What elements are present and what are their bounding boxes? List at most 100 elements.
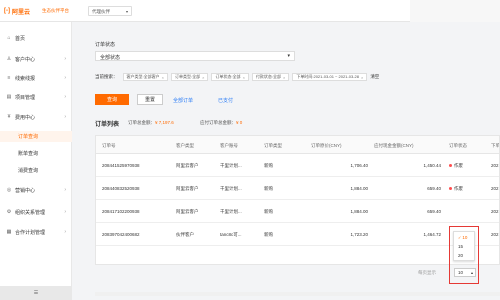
sidebar-item-label: 客户中心 — [15, 56, 36, 63]
sidebar-item-org[interactable]: ⚙ 组织关系管理 › — [0, 206, 72, 218]
column-header: 客户账号 — [220, 143, 238, 148]
order-status-cell: 作废 — [449, 186, 463, 192]
sidebar-item-home[interactable]: ⌂ 首页 — [0, 32, 72, 44]
customer-account-cell: 千里计划... — [220, 209, 242, 214]
condition-chip[interactable]: 付款状态:全部 × — [251, 73, 290, 81]
order-status-value: 全部状态 — [100, 55, 121, 61]
customer-type-cell: 阿里云客户 — [176, 186, 199, 191]
marketing-icon: ◎ — [6, 187, 12, 193]
org-select-value: 代理伙伴 — [92, 9, 110, 14]
sidebar-subitem-label: 消费查询 — [18, 168, 39, 174]
chevron-right-icon: › — [64, 209, 66, 215]
order-status-select[interactable]: 全部状态 ▾ — [95, 51, 295, 61]
chevron-right-icon: › — [64, 94, 66, 100]
sidebar-item-customer[interactable]: ♙ 客户中心 › — [0, 53, 72, 65]
sidebar-item-label: 项目管理 — [15, 94, 36, 101]
order-status-text: 作废 — [454, 163, 463, 168]
table-row[interactable]: 208440832520938 阿里云客户 千里计划... 新购 1,884.0… — [96, 177, 499, 200]
close-icon[interactable]: × — [361, 75, 363, 80]
order-date-cell: 202 — [491, 163, 499, 168]
order-type-cell: 新购 — [264, 186, 273, 191]
org-select[interactable]: 代理伙伴 ▾ — [88, 6, 132, 16]
sidebar-item-fee[interactable]: ¥ 费用中心 › — [0, 111, 72, 123]
payable-amount-cell: 659.40 — [427, 209, 441, 214]
order-type-cell: 新购 — [264, 232, 273, 237]
sidebar: ⌂ 首页 ♙ 客户中心 › ≡ 线索线报 › ▤ 项目管理 › ¥ 费用中心 ›… — [0, 22, 72, 300]
reset-button[interactable]: 重置 — [137, 94, 163, 105]
table-row[interactable]: 208417102200938 阿里云客户 千里计划... 新购 1,884.0… — [96, 200, 499, 223]
order-id-cell[interactable]: 208397042400682 — [102, 232, 140, 237]
logo-text: 阿里云 — [12, 9, 31, 16]
contract-icon: ▦ — [6, 229, 12, 235]
condition-chip[interactable]: 订单状态:全部 × — [211, 73, 249, 81]
stat-label: 应付订单总金额： — [200, 120, 236, 125]
close-icon[interactable]: × — [202, 75, 204, 80]
clear-conditions-link[interactable]: 清空 — [370, 74, 379, 80]
order-date-cell: 202 — [491, 186, 499, 191]
sidebar-subitem-orders[interactable]: 订单查询 — [0, 131, 72, 142]
sidebar-item-leads[interactable]: ≡ 线索线报 › — [0, 72, 72, 84]
menu-icon: ☰ — [33, 290, 39, 296]
fee-icon: ¥ — [7, 114, 11, 120]
original-price-cell: 1,706.40 — [350, 163, 368, 168]
lead-icon: ≡ — [7, 75, 11, 81]
customer-icon: ♙ — [6, 56, 12, 62]
chip-label: 下单时间:2021-03-01 ~ 2021-03-28 — [296, 74, 359, 79]
order-id-cell[interactable]: 208440832520938 — [102, 186, 140, 191]
order-id-cell[interactable]: 208441525970938 — [102, 163, 140, 168]
chevron-right-icon: › — [64, 75, 66, 81]
all-orders-link[interactable]: 全部订单 — [173, 97, 193, 104]
platform-name: 生态伙伴平台 — [42, 8, 69, 13]
horizontal-scrollbar[interactable] — [95, 292, 500, 296]
condition-chip[interactable]: 客户类型:全部客户 × — [122, 73, 168, 81]
column-header: 订单号 — [102, 143, 116, 148]
condition-chip[interactable]: 下单时间:2021-03-01 ~ 2021-03-28 × — [292, 73, 368, 81]
sidebar-subitem-label: 账单查询 — [18, 151, 39, 157]
conditions-title: 当前搜索： — [95, 74, 118, 79]
order-id-cell[interactable]: 208417102200938 — [102, 209, 140, 214]
close-icon[interactable]: × — [162, 75, 164, 80]
status-dot-icon — [449, 187, 452, 191]
order-status-cell: 作废 — [449, 163, 463, 169]
original-price-cell: 1,884.00 — [350, 209, 368, 214]
top-bar: [-] 阿里云 生态伙伴平台 代理伙伴 ▾ — [0, 0, 500, 22]
chevron-right-icon: › — [64, 187, 66, 193]
sidebar-item-project[interactable]: ▤ 项目管理 › — [0, 91, 72, 103]
chevron-down-icon: ▾ — [287, 53, 290, 59]
sidebar-collapse-button[interactable]: ☰ — [0, 286, 72, 300]
sidebar-subitem-consumption[interactable]: 消费查询 — [0, 165, 72, 176]
page-size-hint: 每页显示 — [418, 270, 436, 275]
table-row[interactable]: 208441525970938 阿里云客户 千里计划... 新购 1,706.4… — [96, 154, 499, 177]
payable-total-stat: 应付订单总金额：¥ 0 — [200, 120, 242, 126]
query-button[interactable]: 查询 — [95, 94, 129, 105]
order-table: 订单号 客户类型 客户账号 订单类型 订单原价(CNY) 应付现金金额(CNY)… — [95, 135, 500, 265]
sidebar-item-label: 组织关系管理 — [15, 209, 46, 216]
original-price-cell: 1,723.20 — [350, 232, 368, 237]
order-type-cell: 新购 — [264, 209, 273, 214]
chip-label: 订单状态:全部 — [215, 74, 241, 79]
customer-account-cell: 千里计划... — [220, 163, 242, 168]
payable-amount-cell: 659.40 — [427, 186, 441, 191]
condition-chip[interactable]: 订单类型:全部 × — [170, 73, 209, 81]
sidebar-item-contract[interactable]: ▦ 合作计划管理 › — [0, 226, 72, 238]
sidebar-item-label: 营销中心 — [15, 187, 36, 194]
sidebar-item-label: 线索线报 — [15, 75, 36, 82]
chip-label: 客户类型:全部客户 — [126, 74, 160, 79]
project-icon: ▤ — [6, 94, 12, 100]
home-icon: ⌂ — [7, 35, 11, 41]
chevron-right-icon: › — [64, 56, 66, 62]
close-icon[interactable]: × — [243, 75, 245, 80]
close-icon[interactable]: × — [283, 75, 285, 80]
sidebar-subitem-bills[interactable]: 账单查询 — [0, 148, 72, 159]
order-type-cell: 新购 — [264, 163, 273, 168]
sidebar-item-marketing[interactable]: ◎ 营销中心 › — [0, 184, 72, 196]
table-row[interactable]: 208397042400682 伙伴客户 tanc8c可... 新购 1,723… — [96, 223, 499, 246]
paid-orders-link[interactable]: 已支付 — [218, 97, 233, 104]
order-list-title: 订单列表 — [95, 122, 120, 128]
payable-amount-cell: 1,464.72 — [423, 232, 441, 237]
sidebar-subitem-label: 订单查询 — [18, 134, 39, 140]
order-date-cell: 202 — [491, 209, 499, 214]
stat-label: 订单总金额： — [128, 120, 155, 125]
logo[interactable]: [-] 阿里云 — [4, 6, 30, 16]
sidebar-item-label: 费用中心 — [15, 114, 36, 121]
